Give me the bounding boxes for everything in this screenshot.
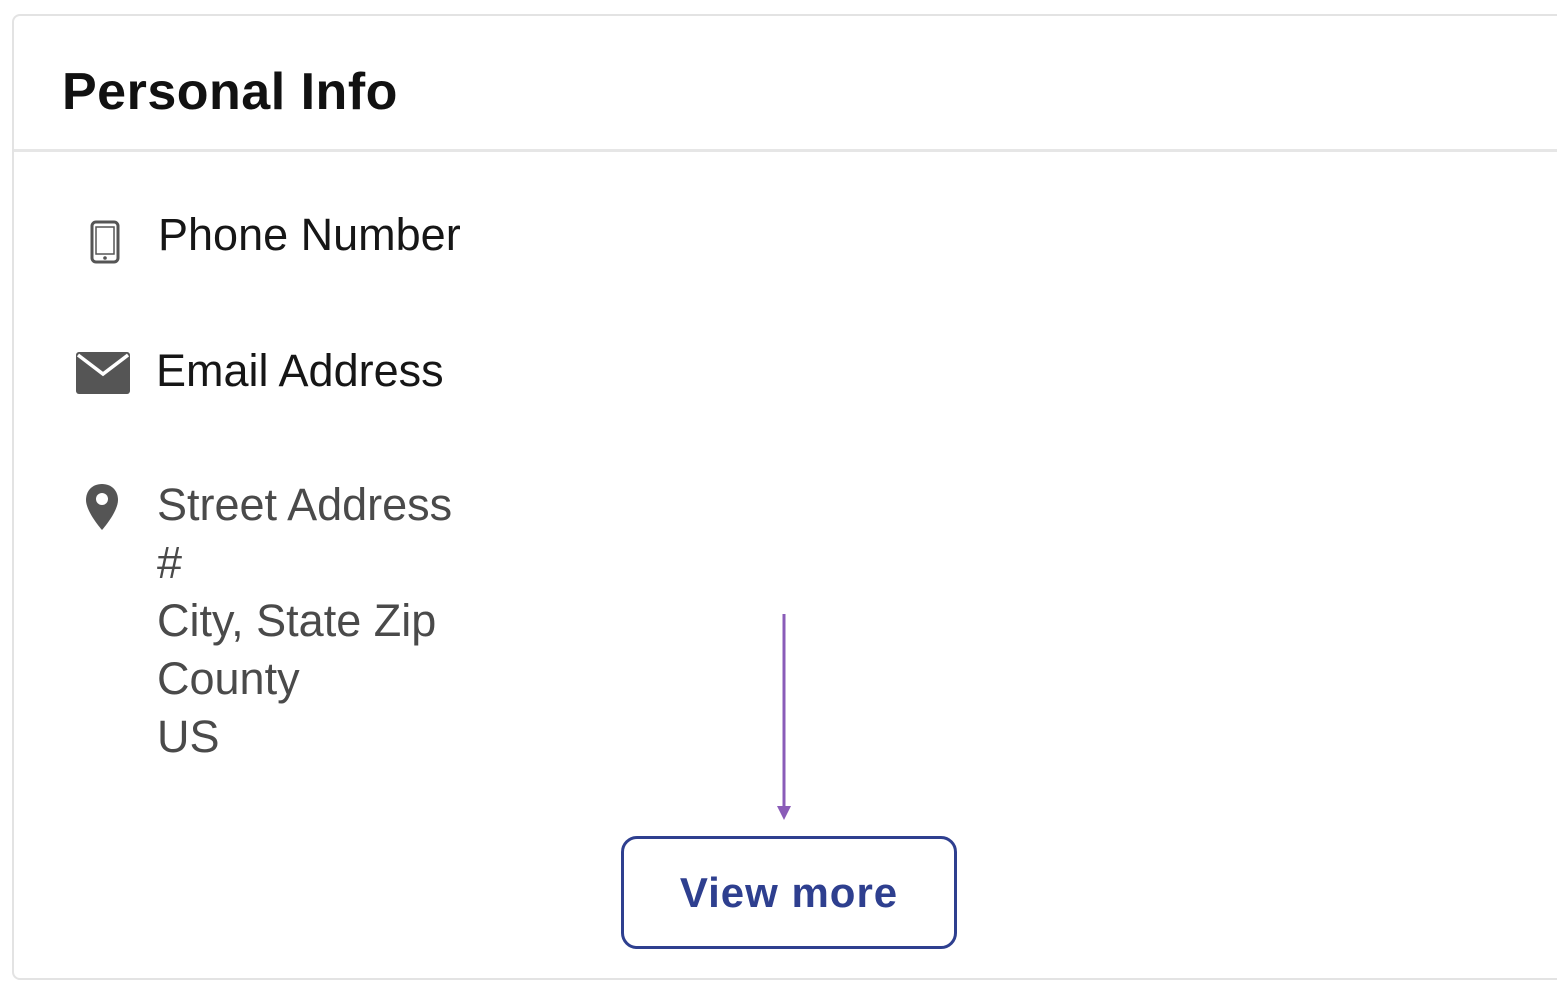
email-address-label: Email Address — [156, 345, 444, 396]
unit-number-line: # — [157, 537, 183, 588]
card-header: Personal Info — [14, 16, 1557, 152]
street-address-line: Street Address — [157, 479, 453, 530]
down-arrow-pointer — [777, 614, 791, 820]
smartphone-icon — [90, 220, 120, 269]
envelope-icon — [76, 352, 130, 399]
city-state-zip-line: City, State Zip — [157, 595, 437, 646]
map-pin-icon — [84, 482, 120, 537]
view-more-button[interactable]: View more — [621, 836, 957, 949]
address-block: Street Address # City, State Zip County … — [157, 476, 452, 766]
phone-number-label: Phone Number — [158, 209, 461, 260]
country-line: US — [157, 711, 220, 762]
personal-info-card: Personal Info Phone Number Email Address — [12, 14, 1557, 980]
county-line: County — [157, 653, 300, 704]
card-title: Personal Info — [62, 63, 398, 121]
